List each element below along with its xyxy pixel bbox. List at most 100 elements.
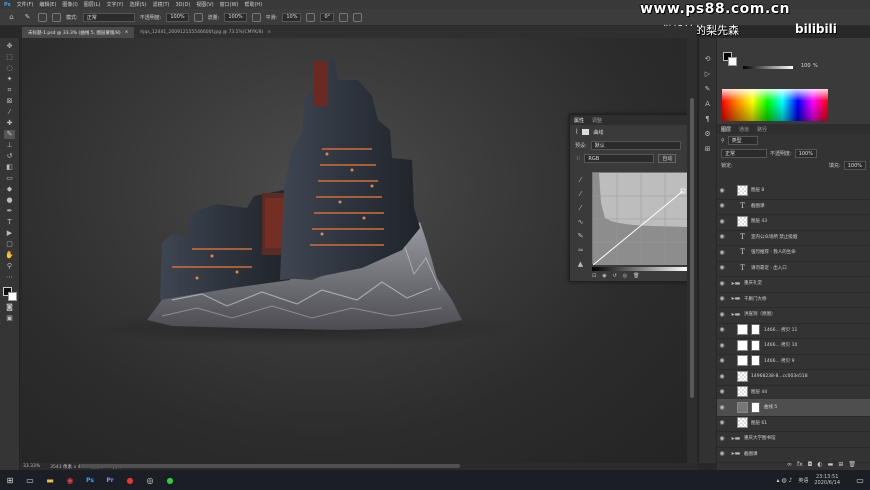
delete-layer-icon[interactable]: 🗑 [848,461,856,468]
link-layers-icon[interactable]: ∞ [787,461,792,468]
curve-graph[interactable] [592,172,689,266]
visibility-eye-icon[interactable]: ◉ [717,404,727,411]
menu-window[interactable]: 窗口(W) [220,1,239,8]
add-mask-icon[interactable]: ◘ [808,461,813,468]
lasso-tool-icon[interactable]: ◌ [4,64,15,73]
zoom-level[interactable]: 33.33% [23,464,40,469]
layer-mask-thumbnail[interactable] [751,339,760,351]
file-explorer-icon[interactable]: ▬ [42,474,58,486]
curve-edit-icon[interactable]: ∿ [575,217,586,226]
more-tools-icon[interactable]: ⋯ [4,273,15,282]
menu-3d[interactable]: 3D(D) [176,2,191,8]
tab-adjustments[interactable]: 调整 [592,117,602,124]
close-icon[interactable]: × [267,30,271,35]
angle-input[interactable]: 0° [320,12,335,22]
visibility-eye-icon[interactable]: ◉ [717,218,727,225]
smooth-curve-icon[interactable]: ≈ [575,245,586,254]
fill-input[interactable]: 100% [843,161,866,170]
visibility-eye-icon[interactable]: ◉ [717,450,727,457]
folder-icon[interactable]: ▸▬ [731,450,741,457]
mode-select[interactable]: 正常 [82,12,135,22]
layer-thumbnail[interactable] [737,215,748,227]
gradient-tool-icon[interactable]: ▭ [4,174,15,183]
paragraph-icon[interactable]: ¶ [702,114,713,123]
white-point-eyedropper-icon[interactable]: ⁄ [575,203,586,212]
new-adjustment-icon[interactable]: ◐ [817,461,822,468]
layer-thumbnail[interactable] [737,355,748,367]
smoothing-settings-icon[interactable] [306,12,316,22]
home-icon[interactable]: ⌂ [6,13,17,22]
menu-edit[interactable]: 编辑(E) [39,1,56,8]
visibility-eye-icon[interactable]: ◉ [717,264,727,271]
tab-document-2[interactable]: hjqs_12441_200912155546600f.jpg @ 73.5%(… [134,27,278,38]
layer-thumbnail[interactable] [737,184,748,196]
layer-thumbnail[interactable] [737,324,748,336]
ps-logo-icon[interactable]: Ps [4,2,11,8]
dodge-tool-icon[interactable]: ● [4,196,15,205]
folder-icon[interactable]: ▸▬ [731,295,741,302]
zoom-tool-icon[interactable]: ⚲ [4,262,15,271]
visibility-eye-icon[interactable]: ◉ [717,295,727,302]
view-previous-icon[interactable]: ◉ [602,273,606,279]
eyedropper-tool-icon[interactable]: ⁄ [4,108,15,117]
clip-to-layer-icon[interactable]: ⊡ [592,273,596,279]
menu-select[interactable]: 选择(S) [129,1,146,8]
marquee-tool-icon[interactable]: ⬚ [4,53,15,62]
properties-icon[interactable]: ⚙ [702,129,713,138]
new-layer-icon[interactable]: ⊞ [838,461,843,468]
layer-thumbnail[interactable] [737,386,748,398]
layer-thumbnail[interactable] [737,401,748,413]
menu-view[interactable]: 视图(V) [196,1,213,8]
blend-mode-select[interactable]: 正常 [721,149,767,158]
netease-music-icon[interactable]: ● [122,474,138,486]
visibility-eye-icon[interactable]: ◉ [717,373,727,380]
tab-document-1[interactable]: 未标题-1.psd @ 33.3% (曲线 5, 图层蒙版/8) × [22,27,135,38]
color-value[interactable]: 100 [801,63,811,69]
frame-tool-icon[interactable]: ⊠ [4,97,15,106]
airbrush-icon[interactable] [251,12,261,22]
tray-icons[interactable]: ▴ ◍ ♪ [776,477,792,484]
visibility-eye-icon[interactable]: ◉ [717,419,727,426]
brush-tool-icon[interactable]: ✎ [4,130,15,139]
layer-mask-thumbnail[interactable] [751,401,760,413]
ime-indicator[interactable]: 英语 [798,477,808,484]
visibility-eye-icon[interactable]: ◉ [717,233,727,240]
photoshop-icon[interactable]: Ps [82,474,98,486]
panel-background-swatch[interactable] [728,57,737,66]
layer-thumbnail[interactable] [737,339,748,351]
hand-tool-icon[interactable]: ✋ [4,251,15,260]
layer-mask-thumbnail[interactable] [751,355,760,367]
smooth-input[interactable]: 10% [282,12,302,22]
pen-tool-icon[interactable]: ✒ [4,207,15,216]
folder-icon[interactable]: ▸▬ [731,311,741,318]
visibility-eye-icon[interactable]: ◉ [717,202,727,209]
history-icon[interactable]: ⟲ [702,54,713,63]
shape-tool-icon[interactable]: ▢ [4,240,15,249]
history-brush-tool-icon[interactable]: ↺ [4,152,15,161]
menu-help[interactable]: 帮助(H) [244,1,262,8]
layer-thumbnail[interactable] [737,370,748,382]
color-swatches[interactable] [2,287,17,301]
crop-tool-icon[interactable]: ⌗ [4,86,15,95]
quick-mask-icon[interactable]: ◙ [4,303,15,312]
pressure-size-icon[interactable] [339,12,349,22]
premiere-icon[interactable]: Pr [102,474,118,486]
visibility-eye-icon[interactable]: ◉ [717,388,727,395]
brush-size-picker[interactable] [38,12,47,22]
visibility-eye-icon[interactable]: ◉ [717,187,727,194]
filter-kind-icon[interactable]: ⚲ [721,138,725,144]
vertical-scrollbar[interactable] [687,38,697,463]
flow-input[interactable]: 100% [224,12,247,22]
pencil-draw-icon[interactable]: ✎ [575,231,586,240]
layer-filter-select[interactable]: 类型 [727,136,758,145]
path-select-tool-icon[interactable]: ▶ [4,229,15,238]
visibility-eye-icon[interactable]: ◉ [717,357,727,364]
black-point-eyedropper-icon[interactable]: ⁄ [575,175,586,184]
symmetry-icon[interactable] [353,12,363,22]
menu-image[interactable]: 图像(I) [62,1,77,8]
visibility-eye-icon[interactable]: ◉ [717,280,727,287]
menu-layer[interactable]: 图层(L) [84,1,101,8]
screen-mode-icon[interactable]: ▣ [4,314,15,323]
notification-icon[interactable]: ▭ [852,474,868,486]
libraries-icon[interactable]: ⊞ [702,144,713,153]
